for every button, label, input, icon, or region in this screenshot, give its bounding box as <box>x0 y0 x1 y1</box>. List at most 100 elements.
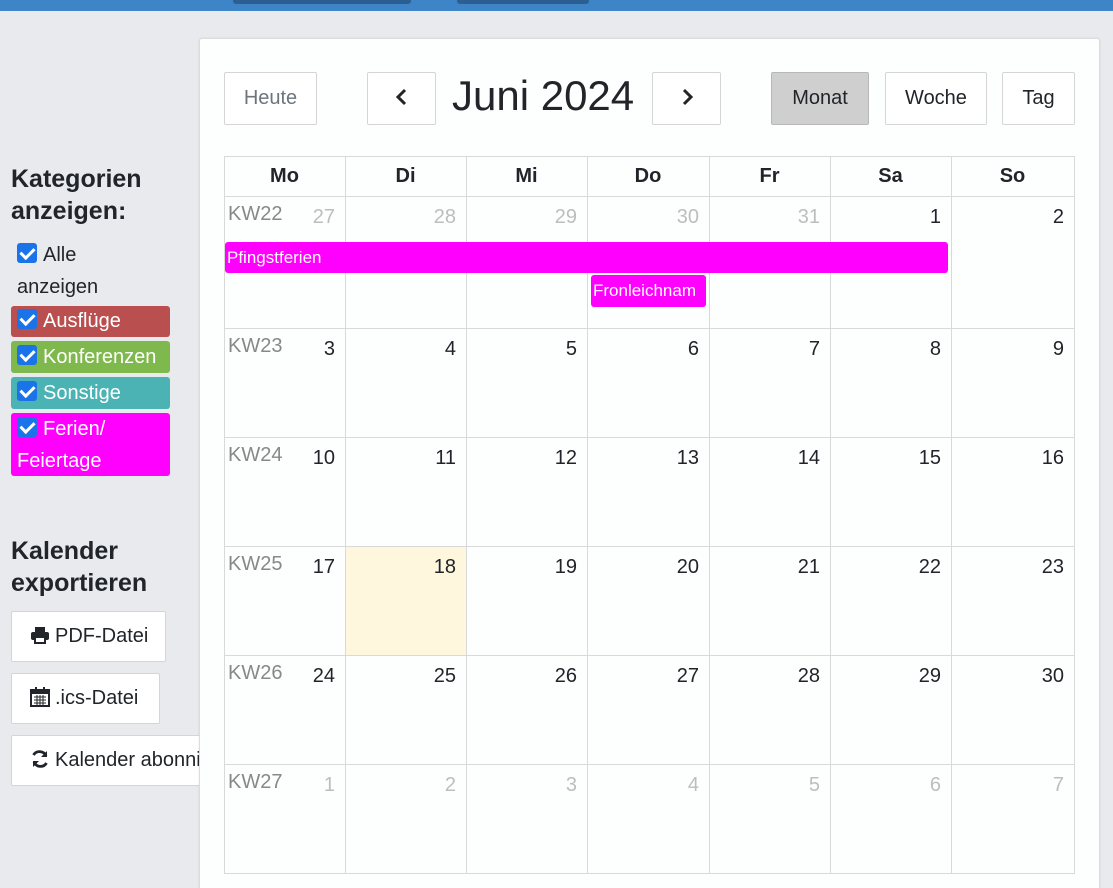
view-day-button[interactable]: Tag <box>1002 72 1075 125</box>
day-cell[interactable]: 7 <box>951 764 1074 873</box>
today-button[interactable]: Heute <box>224 72 317 125</box>
day-cell[interactable]: 24 <box>224 655 345 764</box>
day-number[interactable]: 22 <box>881 556 941 579</box>
day-cell[interactable]: 12 <box>466 437 587 546</box>
day-number[interactable]: 19 <box>517 556 577 579</box>
category-filter-ausfluege[interactable]: Ausflüge <box>11 306 170 337</box>
checkbox-checked-icon[interactable] <box>17 243 37 263</box>
day-number[interactable]: 25 <box>396 665 456 688</box>
day-number[interactable]: 12 <box>517 447 577 470</box>
category-filter-konferenzen[interactable]: Konferenzen <box>11 341 170 373</box>
day-number[interactable]: 5 <box>760 774 820 797</box>
day-cell[interactable]: 25 <box>345 655 466 764</box>
day-cell[interactable]: 2 <box>345 764 466 873</box>
day-number[interactable]: 3 <box>275 338 335 361</box>
day-cell[interactable]: 4 <box>587 764 709 873</box>
day-number[interactable]: 27 <box>639 665 699 688</box>
day-cell[interactable]: 26 <box>466 655 587 764</box>
day-cell[interactable]: 1 <box>224 764 345 873</box>
day-cell[interactable]: 6 <box>830 764 951 873</box>
day-number[interactable]: 30 <box>1004 665 1064 688</box>
day-number[interactable]: 7 <box>1004 774 1064 797</box>
day-number[interactable]: 2 <box>396 774 456 797</box>
day-cell[interactable]: 5 <box>709 764 830 873</box>
day-number[interactable]: 27 <box>275 206 335 229</box>
day-number[interactable]: 5 <box>517 338 577 361</box>
day-number[interactable]: 28 <box>760 665 820 688</box>
day-number[interactable]: 30 <box>639 206 699 229</box>
day-number[interactable]: 20 <box>639 556 699 579</box>
day-number[interactable]: 6 <box>881 774 941 797</box>
checkbox-checked-icon[interactable] <box>17 345 37 365</box>
day-cell[interactable]: 14 <box>709 437 830 546</box>
day-cell[interactable]: 19 <box>466 546 587 655</box>
day-number[interactable]: 29 <box>517 206 577 229</box>
day-number[interactable]: 1 <box>275 774 335 797</box>
day-number[interactable]: 6 <box>639 338 699 361</box>
day-number[interactable]: 21 <box>760 556 820 579</box>
day-number[interactable]: 17 <box>275 556 335 579</box>
day-number[interactable]: 3 <box>517 774 577 797</box>
day-number[interactable]: 4 <box>396 338 456 361</box>
day-cell[interactable]: 15 <box>830 437 951 546</box>
day-number[interactable]: 28 <box>396 206 456 229</box>
day-number[interactable]: 29 <box>881 665 941 688</box>
checkbox-checked-icon[interactable] <box>17 381 37 401</box>
subscribe-calendar-button[interactable]: Kalender abonnieren <box>11 735 210 786</box>
day-cell[interactable]: 9 <box>951 328 1074 437</box>
day-number[interactable]: 31 <box>760 206 820 229</box>
event-fronleichnam[interactable]: Fronleichnam <box>591 275 706 307</box>
checkbox-checked-icon[interactable] <box>17 417 37 437</box>
day-number[interactable]: 1 <box>881 206 941 229</box>
day-number[interactable]: 2 <box>1004 206 1064 229</box>
day-cell[interactable]: 2 <box>951 196 1074 328</box>
day-number[interactable]: 13 <box>639 447 699 470</box>
day-cell[interactable]: 7 <box>709 328 830 437</box>
day-cell[interactable]: 3 <box>466 764 587 873</box>
category-filter-all[interactable]: Alle anzeigen <box>11 239 170 303</box>
day-cell[interactable]: 6 <box>587 328 709 437</box>
day-number[interactable]: 8 <box>881 338 941 361</box>
category-filter-ferien[interactable]: Ferien/ Feiertage <box>11 413 170 476</box>
day-number[interactable]: 9 <box>1004 338 1064 361</box>
day-cell[interactable]: 8 <box>830 328 951 437</box>
export-pdf-button[interactable]: PDF-Datei <box>11 611 166 662</box>
day-number[interactable]: 18 <box>396 556 456 579</box>
day-cell[interactable]: 16 <box>951 437 1074 546</box>
top-nav-tab[interactable] <box>457 0 589 4</box>
day-number[interactable]: 16 <box>1004 447 1064 470</box>
day-cell[interactable]: 4 <box>345 328 466 437</box>
day-number[interactable]: 23 <box>1004 556 1064 579</box>
day-cell[interactable]: 3 <box>224 328 345 437</box>
day-cell[interactable]: 23 <box>951 546 1074 655</box>
view-week-button[interactable]: Woche <box>885 72 987 125</box>
day-cell[interactable]: 17 <box>224 546 345 655</box>
day-cell[interactable]: 22 <box>830 546 951 655</box>
day-cell[interactable]: 18 <box>345 546 466 655</box>
next-month-button[interactable] <box>652 72 721 125</box>
top-nav-tab[interactable] <box>233 0 411 4</box>
day-cell[interactable]: 20 <box>587 546 709 655</box>
day-number[interactable]: 15 <box>881 447 941 470</box>
day-cell[interactable]: 11 <box>345 437 466 546</box>
day-cell[interactable]: 29 <box>830 655 951 764</box>
export-ics-button[interactable]: .ics-Datei <box>11 673 160 724</box>
day-number[interactable]: 10 <box>275 447 335 470</box>
day-number[interactable]: 14 <box>760 447 820 470</box>
day-number[interactable]: 7 <box>760 338 820 361</box>
day-cell[interactable]: 30 <box>951 655 1074 764</box>
event-pfingstferien[interactable]: Pfingstferien <box>225 242 948 273</box>
day-cell[interactable]: 21 <box>709 546 830 655</box>
day-number[interactable]: 24 <box>275 665 335 688</box>
day-cell[interactable]: 27 <box>587 655 709 764</box>
day-number[interactable]: 11 <box>396 447 456 470</box>
checkbox-checked-icon[interactable] <box>17 309 37 329</box>
day-cell[interactable]: 13 <box>587 437 709 546</box>
day-number[interactable]: 26 <box>517 665 577 688</box>
day-cell[interactable]: 28 <box>709 655 830 764</box>
day-cell[interactable]: 5 <box>466 328 587 437</box>
day-cell[interactable]: 10 <box>224 437 345 546</box>
day-number[interactable]: 4 <box>639 774 699 797</box>
category-filter-sonstige[interactable]: Sonstige <box>11 377 170 409</box>
prev-month-button[interactable] <box>367 72 436 125</box>
